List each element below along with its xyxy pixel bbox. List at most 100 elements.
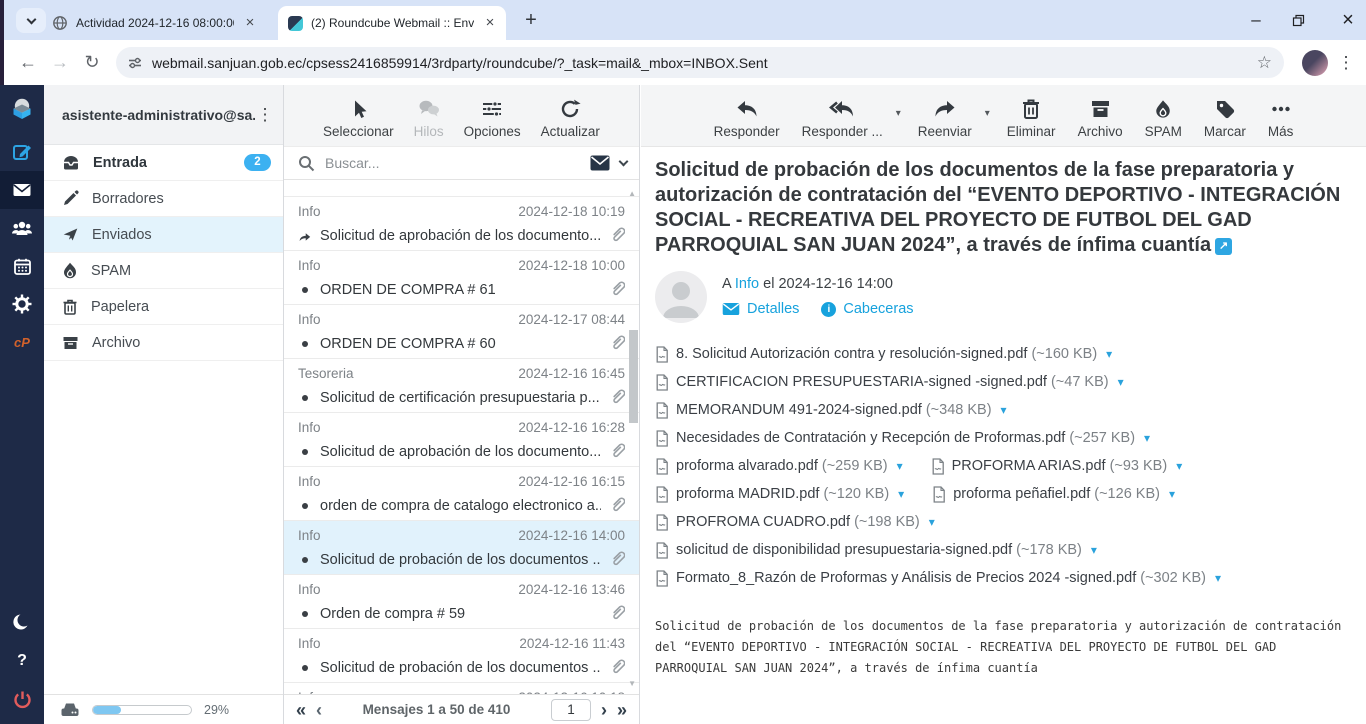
- list-item[interactable]: Info2024-12-16 14:00Solicitud de probaci…: [284, 521, 639, 575]
- attachment-menu-caret-icon[interactable]: ▾: [1091, 543, 1097, 557]
- attachment-menu-caret-icon[interactable]: ▾: [898, 487, 904, 501]
- new-tab-button[interactable]: +: [518, 8, 544, 34]
- url-omnibox[interactable]: webmail.sanjuan.gob.ec/cpsess2416859914/…: [116, 47, 1284, 78]
- nav-contacts-button[interactable]: [0, 209, 44, 247]
- first-page-button[interactable]: «: [296, 701, 306, 719]
- spam-button[interactable]: SPAM: [1140, 98, 1187, 139]
- attachment-menu-caret-icon[interactable]: ▾: [1106, 347, 1112, 361]
- attachment-menu-caret-icon[interactable]: ▾: [1001, 403, 1007, 417]
- external-link-icon[interactable]: ↗: [1215, 238, 1232, 255]
- threads-button[interactable]: Hilos: [409, 98, 449, 139]
- browser-profile-avatar[interactable]: [1302, 50, 1328, 76]
- reload-button[interactable]: ↻: [76, 52, 108, 73]
- folder-item-borradores[interactable]: Borradores: [44, 181, 283, 217]
- folder-item-entrada[interactable]: Entrada 2: [44, 145, 283, 181]
- compose-button[interactable]: [0, 133, 44, 171]
- folder-item-enviados[interactable]: Enviados: [44, 217, 283, 253]
- details-link[interactable]: Detalles: [747, 301, 799, 317]
- moon-icon: [12, 613, 32, 633]
- attachment[interactable]: solicitud de disponibilidad presupuestar…: [655, 542, 1097, 559]
- logout-button[interactable]: [0, 680, 44, 718]
- list-scrollbar-thumb[interactable]: [629, 330, 638, 423]
- scroll-down-icon[interactable]: ▼: [628, 679, 636, 688]
- mark-label: Marcar: [1204, 124, 1246, 139]
- url-text[interactable]: webmail.sanjuan.gob.ec/cpsess2416859914/…: [152, 55, 1247, 71]
- attachment[interactable]: Necesidades de Contratación y Recepción …: [655, 430, 1150, 447]
- nav-calendar-button[interactable]: [0, 247, 44, 285]
- attachment[interactable]: Formato_8_Razón de Proformas y Análisis …: [655, 570, 1221, 587]
- attachment-menu-caret-icon[interactable]: ▾: [897, 459, 903, 473]
- attachment[interactable]: PROFROMA CUADRO.pdf (~198 KB)▾: [655, 514, 935, 531]
- last-page-button[interactable]: »: [617, 701, 627, 719]
- options-button[interactable]: Opciones: [459, 98, 526, 139]
- tab-close-icon[interactable]: ×: [242, 15, 258, 31]
- delete-button[interactable]: Eliminar: [1002, 98, 1061, 139]
- restore-button[interactable]: [1292, 14, 1312, 27]
- attachment-menu-caret-icon[interactable]: ▾: [1118, 375, 1124, 389]
- mark-button[interactable]: Marcar: [1199, 98, 1251, 139]
- minimize-button[interactable]: –: [1246, 10, 1266, 30]
- list-item[interactable]: Info2024-12-16 16:15orden de compra de c…: [284, 467, 639, 521]
- help-button[interactable]: ?: [0, 642, 44, 680]
- attachment-menu-caret-icon[interactable]: ▾: [929, 515, 935, 529]
- attachment[interactable]: 8. Solicitud Autorización contra y resol…: [655, 346, 1112, 363]
- browser-tab-actividad[interactable]: Actividad 2024-12-16 08:00:00 ×: [42, 6, 266, 40]
- list-item[interactable]: Solicitud de probación de los documentos…: [284, 181, 639, 197]
- attachment-menu-caret-icon[interactable]: ▾: [1144, 431, 1150, 445]
- nav-mail-button[interactable]: [0, 171, 44, 209]
- reply-button[interactable]: Responder: [709, 98, 785, 139]
- attachment-row: proforma alvarado.pdf (~259 KB)▾ PROFORMA…: [655, 452, 1350, 480]
- refresh-button[interactable]: Actualizar: [536, 98, 605, 139]
- site-info-icon[interactable]: [128, 56, 142, 70]
- select-button[interactable]: Seleccionar: [318, 98, 399, 139]
- pdf-file-icon: [655, 402, 669, 419]
- list-item[interactable]: Info2024-12-18 10:00ORDEN DE COMPRA # 61: [284, 251, 639, 305]
- search-options-chevron-icon[interactable]: [619, 157, 629, 167]
- attachment[interactable]: MEMORANDUM 491-2024-signed.pdf (~348 KB)…: [655, 402, 1007, 419]
- prev-page-button[interactable]: ‹: [316, 701, 322, 719]
- folder-options-icon[interactable]: ⋮: [255, 105, 275, 125]
- browser-menu-icon[interactable]: ⋮: [1336, 53, 1356, 73]
- folder-item-spam[interactable]: SPAM: [44, 253, 283, 289]
- search-scope-mail-icon[interactable]: [590, 155, 610, 171]
- forward-button[interactable]: Reenviar: [913, 98, 977, 139]
- nav-settings-button[interactable]: [0, 285, 44, 323]
- attachment-menu-caret-icon[interactable]: ▾: [1169, 487, 1175, 501]
- cpanel-link[interactable]: cP: [0, 323, 44, 361]
- forward-button[interactable]: →: [44, 52, 76, 73]
- page-number-input[interactable]: [551, 699, 591, 721]
- attachment-icon: [610, 603, 625, 625]
- tab-close-icon[interactable]: ×: [482, 15, 498, 31]
- attachment[interactable]: CERTIFICACION PRESUPUESTARIA-signed -sig…: [655, 374, 1124, 391]
- list-item[interactable]: Info2024-12-17 08:44ORDEN DE COMPRA # 60: [284, 305, 639, 359]
- headers-link[interactable]: Cabeceras: [843, 301, 913, 317]
- scroll-up-icon[interactable]: ▲: [628, 189, 636, 198]
- archive-button[interactable]: Archivo: [1073, 98, 1128, 139]
- next-page-button[interactable]: ›: [601, 701, 607, 719]
- browser-tab-roundcube[interactable]: (2) Roundcube Webmail :: Envia ×: [278, 6, 506, 40]
- list-item[interactable]: Tesoreria2024-12-16 16:45Solicitud de ce…: [284, 359, 639, 413]
- attachment[interactable]: proforma MADRID.pdf (~120 KB)▾: [655, 486, 904, 503]
- list-item[interactable]: Info2024-12-16 13:46Orden de compra # 59: [284, 575, 639, 629]
- dark-mode-button[interactable]: [0, 604, 44, 642]
- list-item[interactable]: Info2024-12-16 10:18: [284, 683, 639, 694]
- list-item[interactable]: Info2024-12-18 10:19Solicitud de aprobac…: [284, 197, 639, 251]
- reply-all-button[interactable]: Responder ...: [797, 98, 888, 139]
- list-item[interactable]: Info2024-12-16 11:43Solicitud de probaci…: [284, 629, 639, 683]
- reply-all-menu-caret-icon[interactable]: ▾: [896, 108, 901, 119]
- more-button[interactable]: Más: [1263, 98, 1299, 139]
- search-input[interactable]: [325, 155, 580, 171]
- back-button[interactable]: ←: [12, 52, 44, 73]
- attachment[interactable]: proforma alvarado.pdf (~259 KB)▾: [655, 458, 903, 475]
- folder-item-archivo[interactable]: Archivo: [44, 325, 283, 361]
- forward-menu-caret-icon[interactable]: ▾: [985, 108, 990, 119]
- folder-item-papelera[interactable]: Papelera: [44, 289, 283, 325]
- recipient-link[interactable]: Info: [735, 276, 759, 292]
- close-window-button[interactable]: ×: [1338, 9, 1358, 32]
- attachment[interactable]: proforma peñafiel.pdf (~126 KB)▾: [932, 486, 1175, 503]
- attachment-menu-caret-icon[interactable]: ▾: [1215, 571, 1221, 585]
- attachment[interactable]: PROFORMA ARIAS.pdf (~93 KB)▾: [931, 458, 1183, 475]
- list-item[interactable]: Info2024-12-16 16:28Solicitud de aprobac…: [284, 413, 639, 467]
- bookmark-star-icon[interactable]: ☆: [1257, 53, 1272, 73]
- attachment-menu-caret-icon[interactable]: ▾: [1176, 459, 1182, 473]
